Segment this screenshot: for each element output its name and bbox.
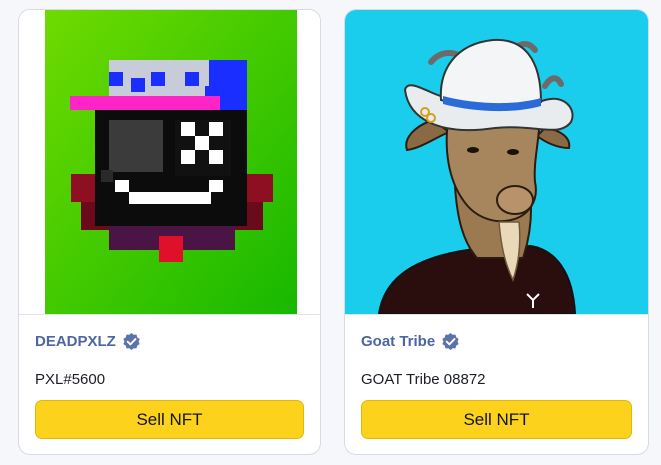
collection-label[interactable]: Goat Tribe: [361, 333, 435, 350]
nft-image[interactable]: [19, 10, 320, 315]
collection-label[interactable]: DEADPXLZ: [35, 333, 116, 350]
verified-badge-icon: [123, 332, 140, 351]
sell-nft-button[interactable]: Sell NFT: [35, 400, 304, 439]
nft-card: Goat Tribe GOAT Tribe 08872 Sell NFT: [344, 9, 649, 455]
collection-name[interactable]: DEADPXLZ: [35, 332, 141, 351]
token-name: PXL#5600: [35, 371, 106, 388]
nft-image[interactable]: [345, 10, 648, 315]
nft-card: DEADPXLZ PXL#5600 Sell NFT: [18, 9, 321, 455]
verified-badge-icon: [442, 332, 459, 351]
sell-nft-button[interactable]: Sell NFT: [361, 400, 632, 439]
collection-name[interactable]: Goat Tribe: [361, 332, 460, 351]
token-name: GOAT Tribe 08872: [361, 371, 486, 388]
goat-with-cowboy-hat-artwork: [345, 10, 648, 314]
pixel-skull-artwork: [19, 10, 320, 314]
